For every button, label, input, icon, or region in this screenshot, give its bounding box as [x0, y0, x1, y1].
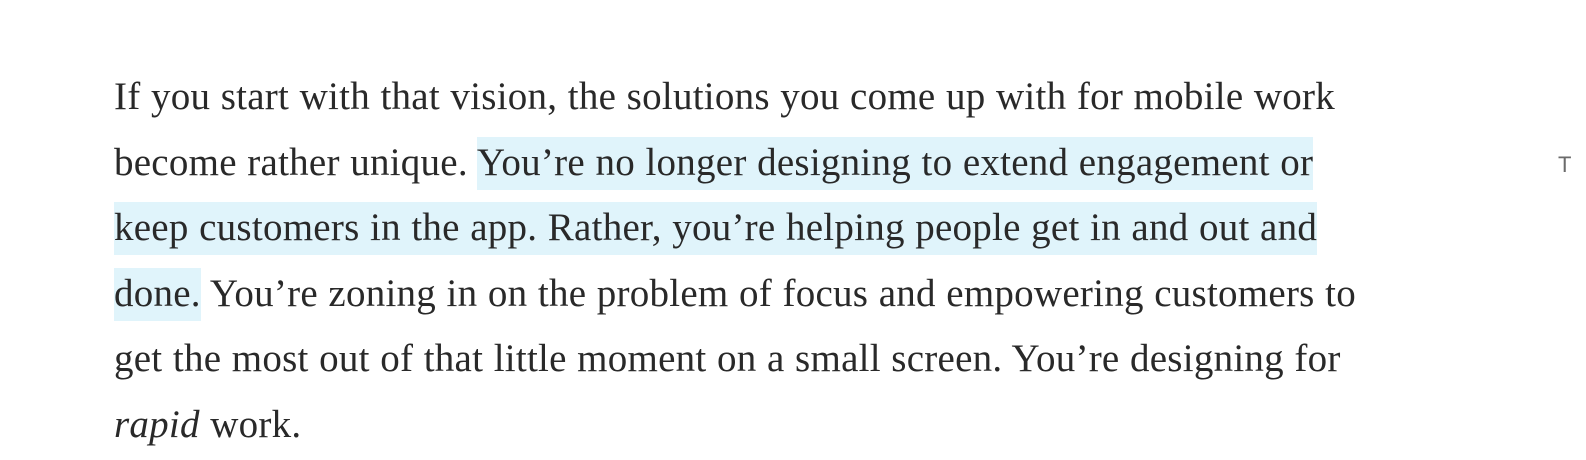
paragraph-line-1: If you start with that vision, the solut… [114, 64, 1494, 130]
paragraph-line-5: get the most out of that little moment o… [114, 326, 1494, 392]
highlighted-text[interactable]: done. [114, 267, 201, 321]
paragraph-text: work. [199, 402, 302, 446]
paragraph-line-6: rapid work. [114, 392, 1494, 458]
emphasized-text: rapid [114, 402, 200, 446]
paragraph-text: get the most out of that little moment o… [114, 337, 1341, 380]
paragraph-line-3: keep customers in the app. Rather, you’r… [114, 195, 1494, 261]
paragraph-text: become rather unique. [114, 140, 477, 184]
paragraph-line-4: done. You’re zoning in on the problem of… [114, 261, 1494, 327]
article-paragraph: If you start with that vision, the solut… [114, 64, 1494, 457]
highlighted-text[interactable]: You’re no longer designing to extend eng… [476, 136, 1314, 190]
paragraph-line-2: become rather unique. You’re no longer d… [114, 130, 1494, 196]
share-highlight-marker[interactable]: T [1558, 152, 1571, 178]
highlighted-text[interactable]: keep customers in the app. Rather, you’r… [114, 202, 1318, 255]
paragraph-text: You’re zoning in on the problem of focus… [200, 271, 1356, 315]
paragraph-text: If you start with that vision, the solut… [114, 75, 1336, 118]
article-body: If you start with that vision, the solut… [114, 64, 1494, 457]
